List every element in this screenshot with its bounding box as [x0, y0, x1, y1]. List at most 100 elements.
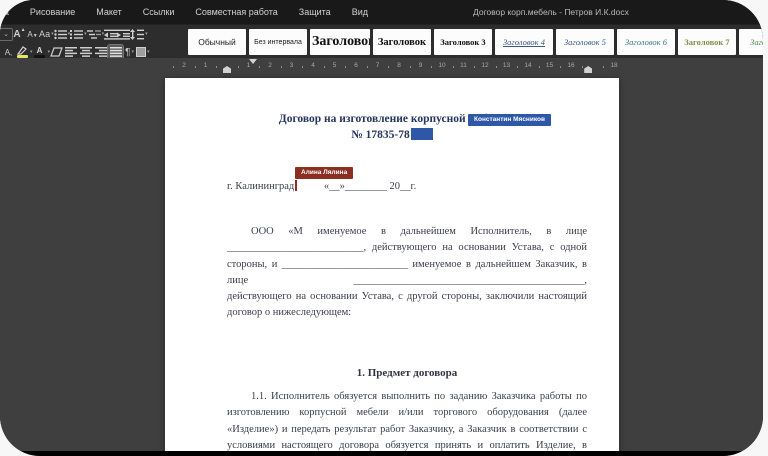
font-size-select[interactable] [0, 28, 13, 41]
ruler-number: 7 [376, 62, 380, 70]
menu-item-6[interactable]: Вид [352, 7, 368, 17]
document-page[interactable]: Договор на изготовление корпусной мебели… [165, 78, 619, 451]
paragraph-line: лице ___________________________________… [227, 273, 587, 289]
ruler-number: 5 [333, 62, 337, 70]
align-center-button[interactable] [78, 45, 93, 59]
style-preset-1[interactable]: Без интервала [249, 29, 307, 55]
style-preset-label: Заголовок 3 [440, 37, 485, 47]
multilevel-list-icon [87, 29, 101, 40]
ruler-number: 13 [503, 62, 510, 70]
style-preset-2[interactable]: Заголовок [310, 29, 370, 55]
font-color-icon: А [33, 45, 47, 59]
ruler-number: 16 [567, 62, 574, 70]
ruler-number: 14 [524, 62, 531, 70]
style-preset-label: Заголовок [378, 37, 426, 48]
shading-button[interactable] [136, 45, 150, 59]
style-preset-7[interactable]: Заголовок 6 [617, 29, 675, 55]
align-right-button[interactable] [93, 45, 108, 59]
workspace: 211234567891011121314151618 Договор на и… [0, 58, 763, 451]
style-preset-6[interactable]: Заголовок 5 [556, 29, 614, 55]
ruler-tick [539, 66, 540, 68]
ruler-number: 3 [290, 62, 294, 70]
align-left-icon [65, 47, 77, 57]
style-preset-3[interactable]: Заголовок [373, 29, 431, 55]
horizontal-ruler[interactable]: 211234567891011121314151618 [0, 58, 763, 74]
paragraph-line: изготовлению корпусной мебели и/или торг… [227, 405, 587, 421]
paragraph-line: «Изделие») и передать результат работ За… [227, 422, 587, 438]
intro-paragraph: ООО «М именуемое в дальнейшем Исполнител… [227, 224, 587, 322]
document-title: Договор корп.мебель - Петров И.К.docx [473, 0, 629, 24]
app-window: вка Рисование Макет Ссылки Совместная работа… [0, 0, 763, 456]
paragraph-line: условиями настоящего договора обязуется … [227, 438, 587, 451]
decrease-indent-button[interactable] [104, 27, 117, 41]
menu-item-5[interactable]: Защита [299, 7, 331, 17]
grow-font-button[interactable]: А▲ [13, 27, 26, 41]
line-spacing-button[interactable] [130, 27, 148, 41]
ruler-tick [388, 66, 389, 68]
style-preset-label: Обычный [198, 37, 236, 47]
increase-indent-button[interactable] [117, 27, 130, 41]
style-preset-label: Без интервала [254, 39, 302, 46]
ruler-tick [216, 66, 217, 68]
left-indent-marker[interactable] [223, 66, 231, 73]
highlighter-icon [15, 45, 29, 59]
multilevel-list-button[interactable] [87, 27, 105, 41]
city-date-line: г. Калининград «__»________ 20__г. [227, 180, 416, 192]
right-indent-marker[interactable] [584, 66, 592, 73]
align-left-button[interactable] [63, 45, 78, 59]
style-preset-label: Заголовок [750, 37, 763, 47]
ruler-number: 2 [182, 62, 186, 70]
ruler-tick [582, 66, 583, 68]
ruler-tick [517, 66, 518, 68]
style-preset-4[interactable]: Заголовок 3 [434, 29, 492, 55]
menu-item-4[interactable]: Совместная работа [195, 7, 277, 17]
paragraph-line: ООО «М именуемое в дальнейшем Исполнител… [227, 224, 587, 240]
bullet-list-button[interactable] [54, 27, 71, 41]
nonprinting-chars-button[interactable]: ¶ [123, 45, 136, 59]
ruler-tick [603, 66, 604, 68]
menu-item-2[interactable]: Макет [96, 7, 121, 17]
ruler-tick [173, 66, 174, 68]
ruler-tick [195, 66, 196, 68]
menu-item-1[interactable]: Рисование [30, 7, 75, 17]
subscript-button[interactable]: A, [2, 45, 15, 59]
ruler-number: 1 [204, 62, 208, 70]
styles-gallery: Обычный Без интервала Заголовок Заголовок За… [188, 29, 763, 55]
formatting-toolbar: А▲ А▼ Аа [0, 24, 763, 58]
style-preset-label: Заголовок 6 [625, 37, 667, 47]
ruler-number: 2 [268, 62, 272, 70]
align-right-icon [95, 47, 107, 57]
style-preset-9[interactable]: Заголовок [739, 29, 763, 55]
shrink-font-button[interactable]: А▼ [26, 27, 39, 41]
increase-indent-icon [117, 29, 130, 40]
numbered-list-button[interactable] [70, 27, 87, 41]
ruler-tick [453, 66, 454, 68]
eraser-icon [50, 47, 63, 57]
ruler-tick [367, 66, 368, 68]
align-center-icon [80, 47, 92, 57]
style-preset-5[interactable]: Заголовок 4 [495, 29, 553, 55]
collaborator-caret-alina [295, 180, 297, 191]
menu-item-0[interactable]: вка [0, 7, 9, 17]
paragraph-line: договор о нижеследующем: [227, 305, 587, 321]
collaborator-caret-konstantin [411, 128, 433, 140]
ruler-tick [410, 66, 411, 68]
style-preset-0[interactable]: Обычный [188, 29, 246, 55]
ruler-tick [345, 66, 346, 68]
clear-style-button[interactable] [50, 45, 63, 59]
font-color-button[interactable]: А [33, 45, 51, 59]
first-line-indent-marker[interactable] [249, 59, 257, 64]
ruler-tick [259, 66, 260, 68]
paragraph-line: действующего на основании Устава, с друг… [227, 289, 587, 305]
ruler-tick [238, 66, 239, 68]
ruler-number: 8 [397, 62, 401, 70]
highlight-color-button[interactable] [15, 45, 33, 59]
style-preset-label: Заголовок [312, 34, 370, 50]
style-preset-label: Заголовок 4 [503, 37, 545, 47]
style-preset-8[interactable]: Заголовок 7 [678, 29, 736, 55]
menu-item-3[interactable]: Ссылки [143, 7, 175, 17]
change-case-button[interactable]: Аа [39, 27, 54, 41]
align-justify-button[interactable] [108, 45, 123, 59]
ruler-number: 10 [438, 62, 445, 70]
contract-title-line2: № 17835-78 [212, 127, 572, 143]
